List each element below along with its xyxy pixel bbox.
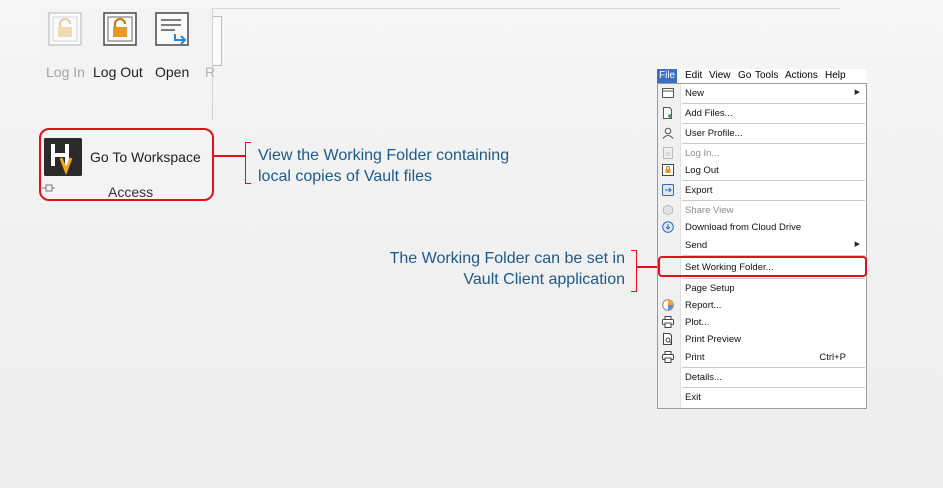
menu-separator [682, 180, 865, 181]
menu-file[interactable]: File [657, 69, 678, 83]
login-button[interactable]: Log In [44, 12, 90, 82]
lock-icon [48, 12, 82, 46]
menu-separator [682, 387, 865, 388]
menu-item-export[interactable]: Export [658, 182, 866, 199]
menu-item-log-out-label: Log Out [685, 165, 719, 176]
menu-item-report[interactable]: Report... [658, 297, 866, 314]
menu-help[interactable]: Help [825, 70, 846, 81]
submenu-arrow-icon: ▶ [854, 241, 860, 248]
vault-callout-connector [637, 266, 658, 268]
vault-callout-line1: The Working Folder can be set in [389, 250, 625, 267]
menu-item-export-label: Export [685, 185, 713, 196]
login-label: Log In [46, 64, 85, 80]
menu-item-download-cloud-label: Download from Cloud Drive [685, 222, 802, 233]
menu-separator [682, 278, 865, 279]
menu-item-log-in[interactable]: Log In... [658, 145, 866, 162]
user-icon [662, 127, 674, 139]
menu-item-print[interactable]: Print Ctrl+P [658, 349, 866, 366]
truncated-ribbon-label: R [205, 64, 216, 80]
menu-item-details-label: Details... [685, 372, 722, 383]
menu-separator [682, 367, 865, 368]
open-label: Open [155, 64, 190, 80]
printer-icon [662, 316, 674, 328]
workspace-callout-line1: View the Working Folder containing [258, 147, 510, 164]
submenu-arrow-icon: ▶ [854, 89, 860, 96]
set-working-folder-highlight-box [658, 256, 867, 277]
ribbon-next-button-edge [213, 16, 222, 66]
lock-icon [662, 164, 674, 176]
menu-item-print-preview-label: Print Preview [685, 334, 741, 345]
menu-item-exit-label: Exit [685, 392, 701, 403]
workspace-highlight-box [39, 128, 214, 201]
menu-item-send[interactable]: Send ▶ [658, 237, 866, 254]
vault-callout-line2: Vault Client application [463, 271, 625, 288]
workspace-callout-connector [214, 155, 246, 157]
menu-item-report-label: Report... [685, 300, 722, 311]
print-shortcut: Ctrl+P [819, 352, 846, 363]
menu-view[interactable]: View [709, 70, 731, 81]
menu-separator [682, 200, 865, 201]
report-icon [662, 299, 674, 311]
menu-go[interactable]: Go [738, 70, 751, 81]
menu-item-add-files[interactable]: Add Files... [658, 105, 866, 122]
add-file-icon [663, 107, 672, 119]
menu-item-new-label: New [685, 88, 705, 99]
menu-item-page-setup[interactable]: Page Setup [658, 280, 866, 297]
menu-item-details[interactable]: Details... [658, 369, 866, 386]
file-menu-dropdown: New ▶ Add Files... User Profile... Log I… [657, 83, 867, 409]
menu-item-share-view[interactable]: Share View [658, 202, 866, 219]
menu-item-log-in-label: Log In... [685, 148, 720, 159]
menu-item-exit[interactable]: Exit [658, 389, 866, 406]
menu-bar: File Edit View Go Tools Actions Help [657, 69, 867, 83]
vault-callout-bracket [631, 250, 637, 292]
menu-item-add-files-label: Add Files... [685, 108, 733, 119]
menu-actions[interactable]: Actions [785, 70, 818, 81]
menu-item-plot-label: Plot... [685, 317, 710, 328]
printer-icon [662, 351, 674, 363]
menu-item-send-label: Send [685, 240, 708, 251]
menu-separator [682, 103, 865, 104]
menu-item-user-profile-label: User Profile... [685, 128, 743, 139]
print-preview-icon [663, 333, 672, 345]
logout-label: Log Out [93, 64, 143, 80]
lock-icon [103, 12, 137, 46]
menu-item-print-label: Print [685, 352, 705, 363]
new-window-icon [662, 88, 674, 98]
lock-icon [663, 147, 673, 159]
workspace-callout-line2: local copies of Vault files [258, 168, 433, 185]
menu-item-page-setup-label: Page Setup [685, 283, 735, 294]
menu-item-download-cloud[interactable]: Download from Cloud Drive [658, 219, 866, 236]
menu-item-new[interactable]: New ▶ [658, 85, 866, 102]
menu-separator [682, 123, 865, 124]
share-view-icon [663, 204, 673, 216]
vault-callout: The Working Folder can be set in Vault C… [390, 248, 625, 290]
menu-edit[interactable]: Edit [685, 70, 702, 81]
workspace-callout: View the Working Folder containing local… [258, 145, 509, 187]
menu-separator [682, 143, 865, 144]
menu-item-plot[interactable]: Plot... [658, 314, 866, 331]
export-icon [662, 184, 674, 196]
open-button[interactable]: Open [153, 12, 195, 82]
menu-item-print-preview[interactable]: Print Preview [658, 331, 866, 348]
menu-item-log-out[interactable]: Log Out [658, 162, 866, 179]
cloud-download-icon [662, 221, 674, 233]
workspace-callout-bracket [245, 142, 251, 184]
open-file-icon [155, 12, 189, 46]
menu-item-user-profile[interactable]: User Profile... [658, 125, 866, 142]
menu-tools[interactable]: Tools [755, 70, 778, 81]
menu-item-share-view-label: Share View [685, 205, 734, 216]
logout-button[interactable]: Log Out [93, 12, 149, 82]
